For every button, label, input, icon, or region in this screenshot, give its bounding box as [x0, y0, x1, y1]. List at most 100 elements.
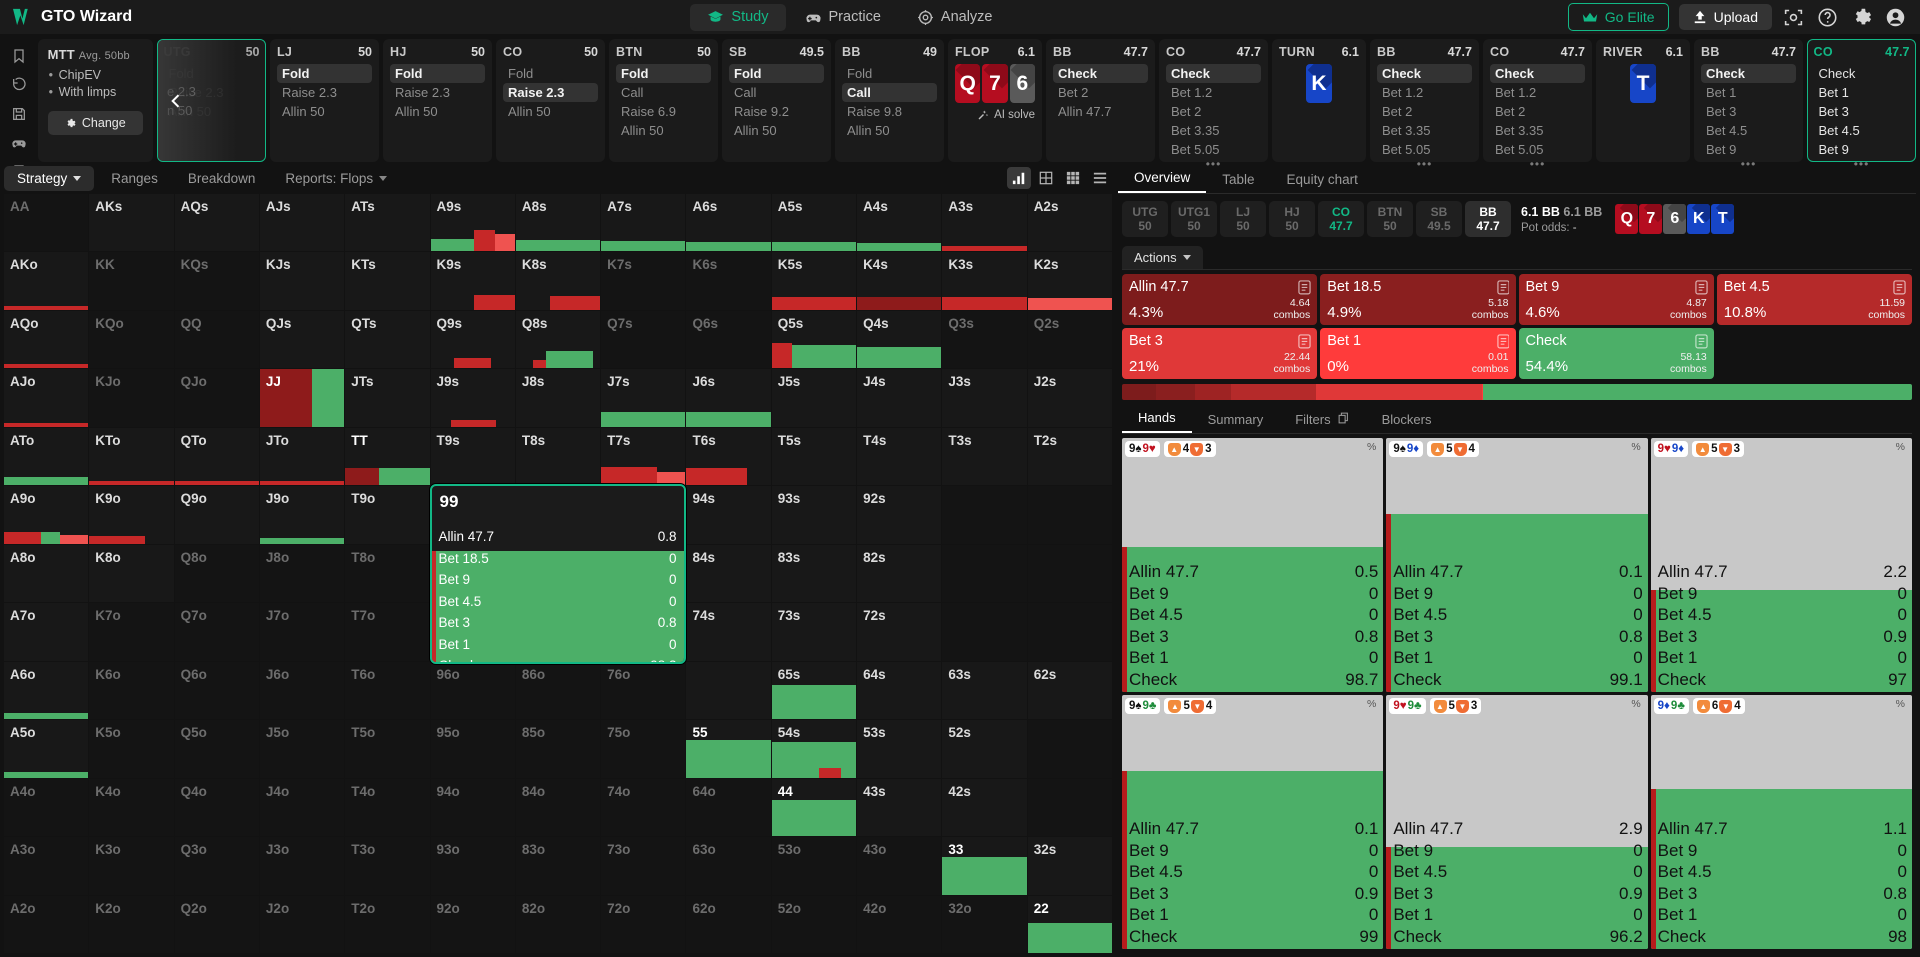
- bookmark-icon[interactable]: [11, 48, 27, 64]
- matrix-cell[interactable]: JJ: [259, 369, 345, 427]
- matrix-cell[interactable]: K2o: [89, 895, 174, 953]
- matrix-cell[interactable]: J8o: [259, 544, 345, 603]
- matrix-cell[interactable]: 43o: [857, 837, 942, 895]
- matrix-cell[interactable]: A7s: [601, 194, 686, 252]
- matrix-cell[interactable]: 73o: [601, 837, 686, 895]
- matrix-cell[interactable]: T4o: [345, 778, 430, 837]
- seat-action[interactable]: Check: [1701, 64, 1796, 83]
- seat-action[interactable]: Allin 50: [503, 102, 598, 121]
- seat-action[interactable]: Check: [1166, 64, 1261, 83]
- topnav-item-study[interactable]: Study: [690, 3, 786, 31]
- action-box-allin-47-7[interactable]: Allin 47.7 4.3% 4.64 combos: [1122, 274, 1318, 325]
- matrix-cell[interactable]: Q9o: [174, 486, 259, 544]
- notes-icon[interactable]: [1695, 334, 1708, 349]
- grid-small-icon[interactable]: [1034, 167, 1058, 189]
- matrix-cell[interactable]: 53o: [771, 837, 857, 895]
- matrix-cell[interactable]: K6s: [686, 252, 771, 310]
- matrix-cell[interactable]: KJo: [89, 369, 174, 427]
- seat-action[interactable]: Bet 3: [1814, 102, 1910, 121]
- seat-action[interactable]: Allin 50: [842, 121, 937, 140]
- matrix-cell[interactable]: T4s: [857, 427, 942, 486]
- matrix-cell[interactable]: K9s: [430, 252, 515, 310]
- matrix-cell[interactable]: Q5o: [174, 720, 259, 778]
- gear-icon[interactable]: [1850, 5, 1874, 29]
- seat-action[interactable]: Check: [1490, 64, 1585, 83]
- matrix-cell[interactable]: Q7s: [601, 310, 686, 369]
- matrix-cell[interactable]: T5o: [345, 720, 430, 778]
- matrix-cell[interactable]: KQo: [89, 310, 174, 369]
- matrix-cell[interactable]: AA: [4, 194, 89, 252]
- seat-action[interactable]: Call: [616, 83, 711, 102]
- matrix-cell[interactable]: A3o: [4, 837, 89, 895]
- matrix-cell[interactable]: K4s: [857, 252, 942, 310]
- seat-action[interactable]: Fold: [729, 64, 824, 83]
- matrix-cell[interactable]: K3s: [942, 252, 1027, 310]
- matrix-cell[interactable]: Q8s: [515, 310, 601, 369]
- seat-action[interactable]: Bet 4.5: [1701, 121, 1796, 140]
- seat-action[interactable]: Bet 1.2: [1166, 83, 1261, 102]
- matrix-cell[interactable]: J7o: [259, 603, 345, 661]
- upload-button[interactable]: Upload: [1678, 4, 1772, 30]
- matrix-cell[interactable]: 83o: [515, 837, 601, 895]
- matrix-cell[interactable]: 62s: [1027, 661, 1112, 720]
- matrix-cell[interactable]: Q5s: [771, 310, 857, 369]
- position-bb[interactable]: BB 47.7: [1465, 201, 1511, 237]
- notes-icon[interactable]: [1893, 280, 1906, 295]
- matrix-cell[interactable]: Q7o: [174, 603, 259, 661]
- matrix-cell[interactable]: T8o: [345, 544, 430, 603]
- matrix-cell[interactable]: Q8o: [174, 544, 259, 603]
- matrix-cell[interactable]: 84s: [686, 544, 771, 603]
- matrix-cell[interactable]: 33: [942, 837, 1027, 895]
- hand-cell[interactable]: 9♥ 9♣ ▲ 5 ▼ 3% Allin 47.7 2.9 Bet 9 0 Bet 4.5 0 Bet …: [1386, 695, 1648, 949]
- hands-tab-filters[interactable]: Filters: [1279, 407, 1365, 433]
- matrix-cell[interactable]: J5o: [259, 720, 345, 778]
- matrix-cell[interactable]: KTo: [89, 427, 174, 486]
- matrix-cell[interactable]: 43s: [857, 778, 942, 837]
- action-box-check[interactable]: Check 54.4% 58.13 combos: [1518, 328, 1714, 379]
- matrix-cell[interactable]: TT: [345, 427, 430, 486]
- matrix-cell[interactable]: J4s: [857, 369, 942, 427]
- matrix-cell[interactable]: Q4s: [857, 310, 942, 369]
- subtab-ranges[interactable]: Ranges: [98, 166, 171, 191]
- matrix-cell[interactable]: T8s: [515, 427, 601, 486]
- matrix-cell[interactable]: 82s: [857, 544, 942, 603]
- matrix-cell[interactable]: A2o: [4, 895, 89, 953]
- matrix-cell[interactable]: QQ: [174, 310, 259, 369]
- matrix-cell[interactable]: KQs: [174, 252, 259, 310]
- seat-action[interactable]: Raise 2.3: [390, 83, 485, 102]
- matrix-cell[interactable]: 85o: [515, 720, 601, 778]
- matrix-cell[interactable]: 74s: [686, 603, 771, 661]
- hands-tab-blockers[interactable]: Blockers: [1366, 407, 1448, 433]
- matrix-cell[interactable]: JTs: [345, 369, 430, 427]
- seat-action[interactable]: Bet 2: [1053, 83, 1148, 102]
- matrix-cell[interactable]: 64o: [686, 778, 771, 837]
- matrix-cell[interactable]: 44: [771, 778, 857, 837]
- matrix-cell[interactable]: T9s: [430, 427, 515, 486]
- matrix-cell[interactable]: 42o: [857, 895, 942, 953]
- seat-action[interactable]: Allin 47.7: [1053, 102, 1148, 121]
- seat-btn[interactable]: BTN 50 Fold Call Raise 6.9 Allin 50: [609, 39, 718, 162]
- scan-icon[interactable]: [1782, 5, 1806, 29]
- history-icon[interactable]: [11, 77, 27, 93]
- matrix-cell[interactable]: 52s: [942, 720, 1027, 778]
- matrix-cell[interactable]: Q3o: [174, 837, 259, 895]
- matrix-cell[interactable]: A8s: [515, 194, 601, 252]
- action-box-bet-3[interactable]: Bet 3 21% 22.44 combos: [1122, 328, 1318, 379]
- matrix-cell[interactable]: K2s: [1027, 252, 1112, 310]
- matrix-cell[interactable]: [942, 486, 1027, 544]
- chart-icon[interactable]: [1007, 167, 1031, 189]
- position-sb[interactable]: SB 49.5: [1416, 201, 1462, 237]
- matrix-cell[interactable]: T2s: [1027, 427, 1112, 486]
- matrix-cell[interactable]: A5s: [771, 194, 857, 252]
- seat-action[interactable]: Fold: [842, 64, 937, 83]
- matrix-cell[interactable]: KK: [89, 252, 174, 310]
- seat-co[interactable]: CO 47.7 Check Bet 1.2 Bet 2 Bet 3.35 Bet 5.05 •…: [1483, 39, 1592, 170]
- matrix-cell[interactable]: A2s: [1027, 194, 1112, 252]
- topnav-item-analyze[interactable]: Analyze: [900, 4, 1010, 31]
- seat-action[interactable]: Raise 6.9: [616, 102, 711, 121]
- matrix-cell[interactable]: T7s: [601, 427, 686, 486]
- matrix-cell[interactable]: A5o: [4, 720, 89, 778]
- seat-sb[interactable]: SB 49.5 Fold Call Raise 9.2 Allin 50: [722, 39, 831, 162]
- matrix-cell[interactable]: A4o: [4, 778, 89, 837]
- matrix-cell[interactable]: A7o: [4, 603, 89, 661]
